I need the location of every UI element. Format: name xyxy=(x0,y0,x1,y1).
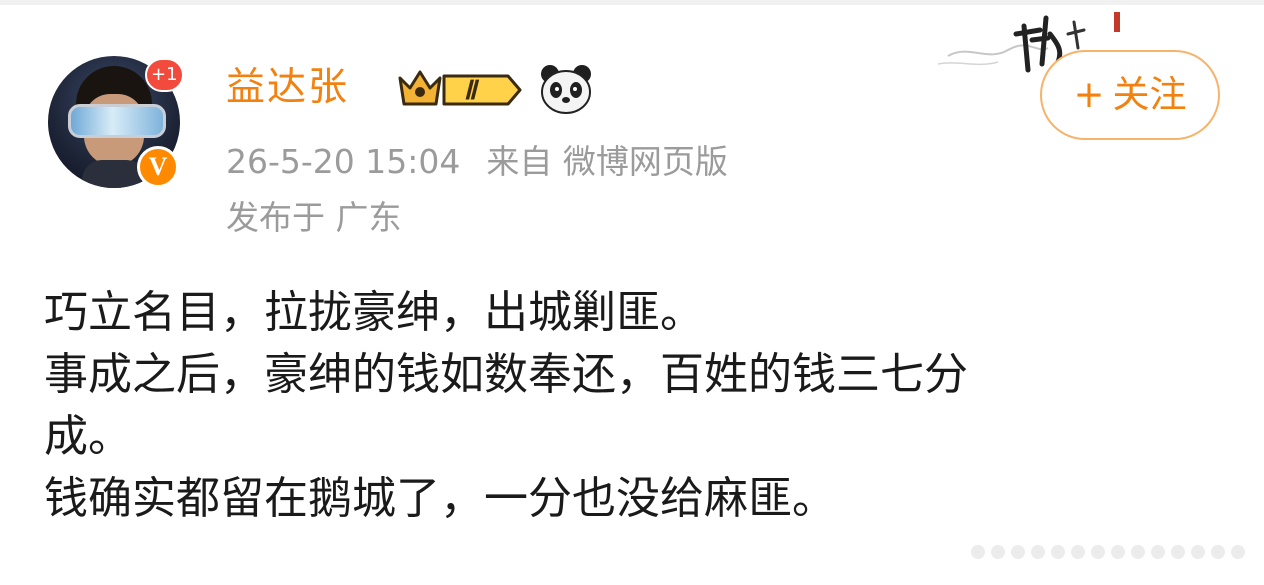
post-time[interactable]: 26-5-20 15:04 xyxy=(226,142,460,181)
verified-icon: V xyxy=(137,146,179,188)
follow-button[interactable]: + 关注 xyxy=(1040,50,1220,140)
post-line: 巧立名目，拉拢豪绅，出城剿匪。 xyxy=(44,287,704,338)
author-name[interactable]: 益达张 xyxy=(226,62,349,114)
post-line: 钱确实都留在鹅城了，一分也没给麻匪。 xyxy=(44,473,836,524)
post-line: 成。 xyxy=(44,411,132,462)
weibo-post-card: +1 V 益达张 Ⅱ 26-5-20 15:04 来自 微博网页版 发布于 广东 … xyxy=(0,0,1264,585)
post-content: 巧立名目，拉拢豪绅，出城剿匪。 事成之后，豪绅的钱如数奉还，百姓的钱三七分 成。… xyxy=(44,282,1224,530)
avatar-vr-visor xyxy=(68,104,166,138)
avatar-notification-badge: +1 xyxy=(145,58,184,92)
post-line: 事成之后，豪绅的钱如数奉还，百姓的钱三七分 xyxy=(44,349,968,400)
watermark-dots xyxy=(971,545,1245,559)
post-source: 来自 微博网页版 xyxy=(486,142,728,181)
crown-level-badge[interactable]: Ⅱ xyxy=(396,66,526,112)
plus-icon: + xyxy=(1073,73,1105,116)
post-location: 发布于 广东 xyxy=(226,198,402,237)
follow-label: 关注 xyxy=(1112,73,1187,116)
post-meta: 26-5-20 15:04 来自 微博网页版 xyxy=(226,140,728,184)
panda-icon xyxy=(541,65,591,114)
